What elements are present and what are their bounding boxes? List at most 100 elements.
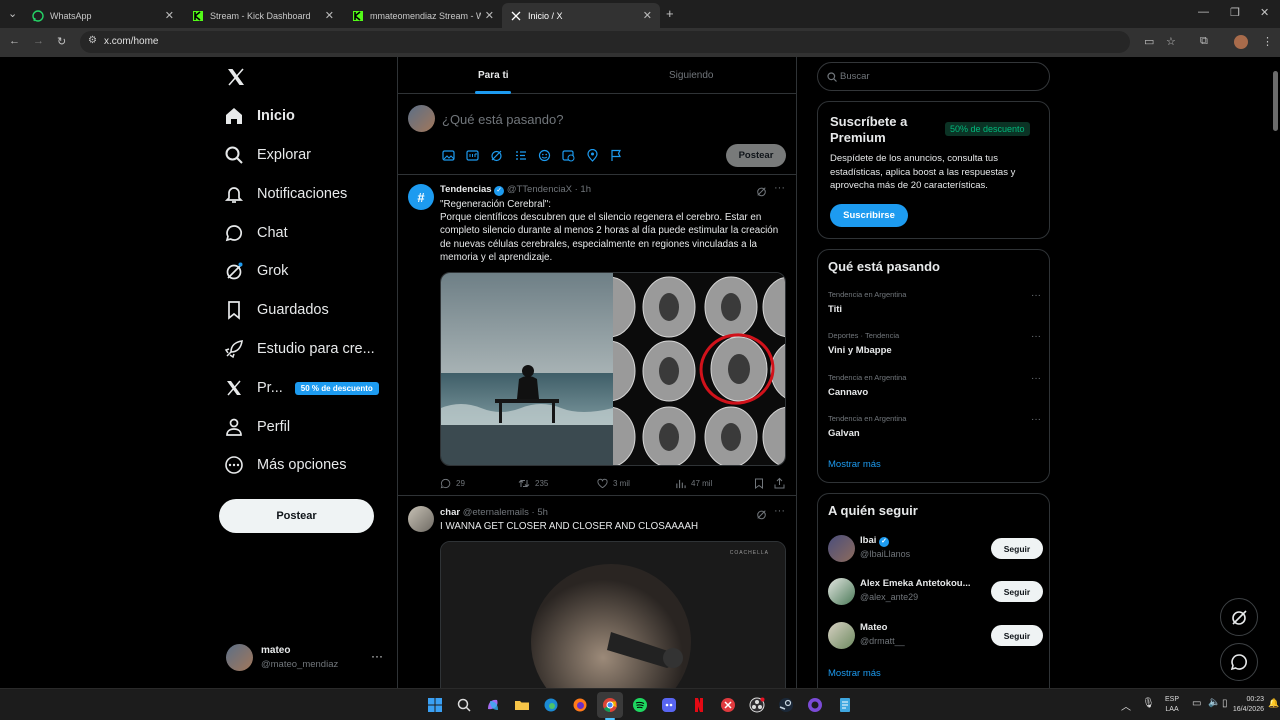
views-button[interactable]: 47 mil (675, 478, 712, 489)
nav-item-notifications[interactable]: Notificaciones (224, 179, 347, 209)
author-handle[interactable]: @eternalemails (463, 507, 529, 518)
tab-whatsapp[interactable]: WhatsApp ✕ (24, 3, 182, 28)
tab-x-home[interactable]: Inicio / X ✕ (502, 3, 660, 28)
more-icon[interactable]: ··· (371, 649, 383, 663)
post-button[interactable]: Postear (219, 499, 374, 533)
emoji-icon[interactable] (538, 149, 551, 162)
nav-item-more[interactable]: Más opciones (224, 450, 346, 480)
image-icon[interactable] (442, 149, 455, 162)
reload-icon[interactable]: ↻ (57, 35, 66, 48)
tweet-media[interactable] (440, 272, 786, 466)
follow-suggestion[interactable]: Ibai ✓ @IbaiLlanos Seguir (828, 534, 1043, 564)
edge-icon[interactable] (543, 697, 559, 713)
more-icon[interactable]: ··· (1031, 414, 1041, 425)
tab-kick-dashboard[interactable]: Stream - Kick Dashboard ✕ (184, 3, 342, 28)
share-icon[interactable] (774, 477, 785, 489)
netflix-icon[interactable] (691, 697, 707, 713)
close-icon[interactable]: ✕ (485, 9, 494, 22)
notepad-icon[interactable] (837, 697, 853, 713)
nav-item-explore[interactable]: Explorar (224, 140, 311, 170)
location-icon[interactable] (586, 149, 599, 162)
new-tab-button[interactable]: + (666, 6, 674, 21)
nav-item-home[interactable]: Inicio (224, 101, 295, 131)
windows-start-icon[interactable] (427, 697, 443, 713)
discord-icon[interactable] (661, 697, 677, 713)
network-icon[interactable]: ▭ (1192, 698, 1201, 709)
address-bar[interactable]: ⚙ x.com/home (80, 31, 1130, 53)
scrollbar[interactable] (1271, 57, 1280, 688)
compose-input[interactable]: ¿Qué está pasando? (442, 112, 563, 127)
close-window-icon[interactable]: ✕ (1260, 6, 1269, 19)
grok-fab[interactable] (1220, 598, 1258, 636)
follow-button[interactable]: Seguir (991, 625, 1043, 646)
follow-button[interactable]: Seguir (991, 538, 1043, 559)
copilot-icon[interactable] (485, 697, 501, 713)
tweet-video[interactable]: COACHELLA (440, 541, 786, 688)
reply-button[interactable]: 29 (440, 478, 465, 489)
author-handle[interactable]: @TTendenciaX (507, 184, 572, 195)
trends-show-more[interactable]: Mostrar más (828, 459, 881, 470)
messages-fab[interactable] (1220, 643, 1258, 681)
tweet[interactable]: char @eternalemails · 5h ··· I WANNA GET… (398, 497, 796, 688)
flag-icon[interactable] (610, 149, 623, 162)
more-icon[interactable]: ··· (1031, 290, 1041, 301)
tab-kick-stream[interactable]: mmateomendiaz Stream - Watch ✕ (344, 3, 502, 28)
more-icon[interactable]: ··· (1031, 331, 1041, 342)
follow-suggestion[interactable]: Mateo @drmatt__ Seguir (828, 621, 1043, 651)
nav-item-bookmarks[interactable]: Guardados (224, 295, 329, 325)
like-button[interactable]: 3 mil (597, 478, 630, 489)
trend-item[interactable]: Tendencia en Argentina Galvan ··· (828, 414, 1041, 439)
nav-item-chat[interactable]: Chat (224, 218, 288, 248)
close-icon[interactable]: ✕ (325, 9, 334, 22)
minimize-icon[interactable]: — (1198, 6, 1209, 18)
app-purple-icon[interactable] (807, 697, 823, 713)
account-switcher[interactable]: mateo @mateo_mendiaz ··· (226, 642, 386, 676)
chrome-icon[interactable] (602, 697, 618, 713)
clock[interactable]: 00:23 16/4/2026 (1232, 695, 1264, 715)
app-red-icon[interactable] (720, 697, 736, 713)
volume-icon[interactable]: 🔈 (1208, 697, 1220, 708)
trend-item[interactable]: Deportes · Tendencia Vini y Mbappe ··· (828, 331, 1041, 356)
nav-item-creator-studio[interactable]: Estudio para cre... (224, 334, 375, 364)
grok-icon[interactable] (756, 186, 767, 197)
follow-suggestion[interactable]: Alex Emeka Antetokou... @alex_ante29 Seg… (828, 577, 1043, 607)
spotify-icon[interactable] (632, 697, 648, 713)
more-icon[interactable]: ··· (774, 505, 785, 517)
notifications-icon[interactable]: 🔔 (1268, 698, 1279, 709)
trend-item[interactable]: Tendencia en Argentina Titi ··· (828, 290, 1041, 315)
nav-item-grok[interactable]: Grok (224, 256, 288, 286)
schedule-icon[interactable] (562, 149, 575, 162)
forward-icon[interactable]: → (33, 35, 44, 47)
tab-list-icon[interactable]: ⌄ (8, 7, 17, 20)
menu-icon[interactable]: ⋮ (1262, 35, 1273, 48)
subscribe-button[interactable]: Suscribirse (830, 204, 908, 227)
follow-show-more[interactable]: Mostrar más (828, 668, 881, 679)
grok-icon[interactable] (756, 509, 767, 520)
follow-button[interactable]: Seguir (991, 581, 1043, 602)
tweet[interactable]: # Tendencias ✓ @TTendenciaX · 1h ··· "Re… (398, 175, 796, 496)
scrollbar-thumb[interactable] (1273, 71, 1278, 131)
profile-avatar[interactable] (1234, 35, 1248, 49)
author-name[interactable]: Tendencias (440, 184, 492, 195)
post-time[interactable]: · 5h (532, 507, 548, 518)
language-indicator[interactable]: ESP LAA (1165, 695, 1179, 715)
obs-icon[interactable] (749, 697, 765, 713)
tray-overflow-icon[interactable]: ︿ (1121, 698, 1131, 713)
microphone-icon[interactable]: 🎙 (1142, 698, 1155, 709)
more-icon[interactable]: ··· (1031, 373, 1041, 384)
poll-icon[interactable] (514, 149, 527, 162)
firefox-icon[interactable] (572, 697, 588, 713)
trend-item[interactable]: Tendencia en Argentina Cannavo ··· (828, 373, 1041, 398)
close-icon[interactable]: ✕ (165, 9, 174, 22)
cast-icon[interactable]: ▭ (1144, 35, 1154, 48)
tab-for-you[interactable]: Para ti (478, 70, 509, 81)
site-info-icon[interactable]: ⚙ (88, 35, 97, 46)
extensions-icon[interactable]: ⧉ (1200, 35, 1208, 48)
nav-item-premium[interactable]: Pr... 50 % de descuento (224, 373, 379, 403)
search-input[interactable]: Buscar (817, 62, 1050, 91)
composer-post-button[interactable]: Postear (726, 144, 786, 167)
steam-icon[interactable] (778, 697, 794, 713)
nav-item-profile[interactable]: Perfil (224, 412, 290, 442)
battery-icon[interactable]: ▯ (1222, 698, 1228, 709)
bookmark-icon[interactable] (754, 478, 764, 489)
